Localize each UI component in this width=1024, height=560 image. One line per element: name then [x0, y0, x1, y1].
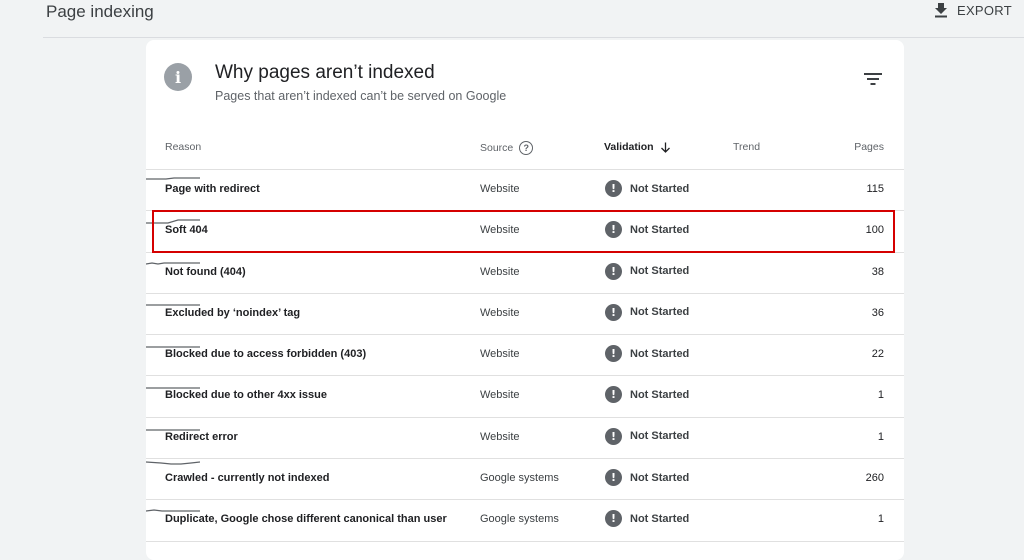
column-header-source: Source ?	[480, 141, 534, 155]
table-row[interactable]: Not found (404) Website ! Not Started 38	[145, 253, 904, 294]
validation-status: Not Started	[630, 471, 690, 484]
row-pages: 1	[877, 430, 884, 443]
help-icon[interactable]: ?	[519, 141, 534, 155]
validation-status: Not Started	[630, 512, 690, 525]
not-indexed-card: i Why pages aren’t indexed Pages that ar…	[145, 40, 904, 560]
column-header-validation[interactable]: Validation	[604, 141, 671, 153]
exclamation-icon: !	[605, 262, 622, 280]
validation-status: Not Started	[630, 388, 690, 401]
row-reason: Page with redirect	[165, 183, 260, 195]
table-row[interactable]: Crawled - currently not indexed Google s…	[145, 459, 904, 501]
row-validation: ! Not Started	[605, 221, 690, 239]
reason-header-label: Reason	[165, 141, 202, 153]
validation-header-label: Validation	[604, 141, 654, 153]
exclamation-icon: !	[605, 180, 622, 197]
row-validation: ! Not Started	[605, 303, 690, 321]
row-source: Google systems	[480, 513, 559, 526]
validation-status: Not Started	[630, 306, 690, 319]
table-row[interactable]: Duplicate, Google chose different canoni…	[145, 500, 904, 542]
row-reason: Redirect error	[165, 430, 238, 443]
row-pages: 1	[877, 389, 884, 402]
table-row[interactable]: Blocked due to other 4xx issue Website !…	[146, 376, 904, 418]
reasons-table: Reason Source ? Validation Trend Pages P…	[145, 126, 904, 542]
row-pages: 115	[866, 183, 884, 195]
column-header-trend: Trend	[733, 141, 760, 153]
export-button[interactable]: EXPORT	[933, 2, 1012, 18]
export-label: EXPORT	[956, 2, 1012, 18]
header-divider	[43, 37, 1024, 38]
source-header-label: Source	[480, 142, 514, 154]
validation-status: Not Started	[630, 347, 690, 360]
info-icon: i	[164, 63, 192, 91]
page-title: Page indexing	[46, 2, 154, 21]
exclamation-icon: !	[605, 221, 622, 239]
table-row[interactable]: Blocked due to access forbidden (403) We…	[146, 335, 904, 377]
pages-header-label: Pages	[854, 141, 884, 153]
row-pages: 22	[871, 348, 884, 361]
card-subtitle: Pages that aren’t indexed can’t be serve…	[215, 89, 507, 103]
row-pages: 260	[865, 472, 884, 485]
column-header-pages: Pages	[854, 141, 884, 153]
column-header-reason: Reason	[165, 141, 201, 153]
card-title: Why pages aren’t indexed	[215, 62, 435, 83]
row-validation: ! Not Started	[605, 386, 690, 404]
table-row[interactable]: Redirect error Website ! Not Started 1	[146, 418, 904, 460]
exclamation-icon: !	[605, 427, 622, 445]
validation-status: Not Started	[630, 265, 690, 278]
row-validation: ! Not Started	[605, 427, 690, 445]
row-source: Website	[480, 348, 520, 361]
row-pages: 36	[871, 306, 884, 319]
exclamation-icon: !	[605, 303, 622, 321]
row-source: Website	[480, 183, 520, 195]
trend-header-label: Trend	[733, 141, 761, 153]
table-row[interactable]: Soft 404 Website ! Not Started 100	[146, 211, 904, 253]
top-bar: Page indexing EXPORT	[0, 0, 1024, 38]
exclamation-icon: !	[605, 386, 622, 404]
row-source: Website	[480, 430, 520, 443]
validation-status: Not Started	[630, 182, 690, 195]
row-validation: ! Not Started	[605, 469, 690, 487]
row-pages: 1	[877, 513, 884, 526]
row-source: Website	[480, 224, 520, 237]
row-pages: 100	[865, 224, 884, 237]
row-validation: ! Not Started	[605, 262, 690, 280]
filter-icon[interactable]	[864, 72, 882, 86]
row-validation: ! Not Started	[605, 510, 690, 528]
download-icon	[934, 3, 947, 18]
row-reason: Excluded by ‘noindex’ tag	[165, 306, 301, 319]
row-reason: Blocked due to access forbidden (403)	[165, 348, 367, 361]
row-reason: Blocked due to other 4xx issue	[165, 389, 327, 402]
row-reason: Not found (404)	[165, 265, 246, 278]
validation-status: Not Started	[630, 430, 690, 443]
row-reason: Soft 404	[165, 224, 208, 237]
row-pages: 38	[871, 265, 884, 278]
row-reason: Duplicate, Google chose different canoni…	[165, 513, 447, 526]
card-header: i Why pages aren’t indexed Pages that ar…	[146, 40, 904, 140]
arrow-down-icon[interactable]	[660, 142, 671, 153]
table-row[interactable]: Page with redirect Website ! Not Started…	[146, 170, 904, 212]
row-source: Google systems	[480, 472, 559, 485]
validation-status: Not Started	[630, 223, 690, 236]
exclamation-icon: !	[605, 510, 622, 528]
row-validation: ! Not Started	[605, 180, 689, 197]
exclamation-icon: !	[605, 345, 622, 363]
table-row[interactable]: Excluded by ‘noindex’ tag Website ! Not …	[146, 294, 904, 336]
row-validation: ! Not Started	[605, 345, 690, 363]
row-source: Website	[480, 389, 520, 402]
row-reason: Crawled - currently not indexed	[165, 472, 330, 485]
row-source: Website	[480, 265, 520, 278]
table-header: Reason Source ? Validation Trend Pages	[146, 126, 904, 170]
exclamation-icon: !	[605, 469, 622, 487]
row-source: Website	[480, 306, 520, 319]
